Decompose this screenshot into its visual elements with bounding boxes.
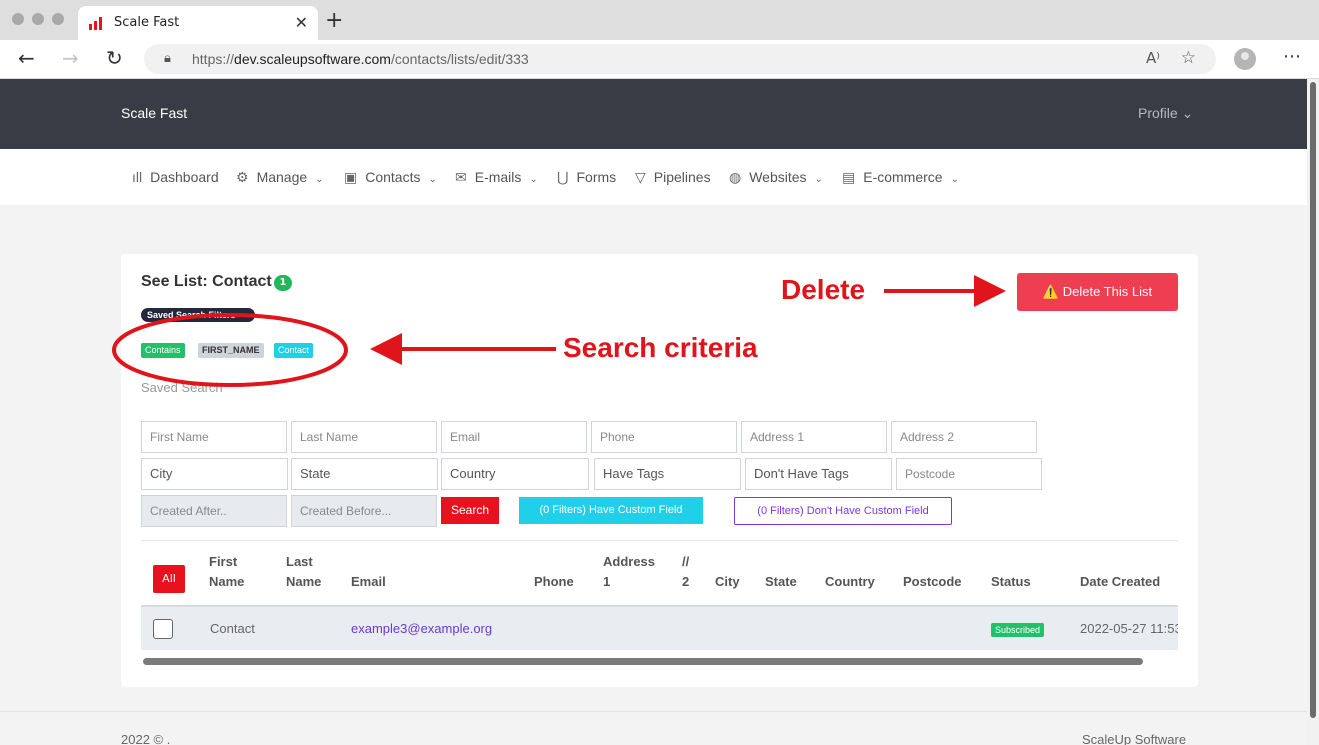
cell-email-link[interactable]: example3@example.org bbox=[351, 621, 492, 636]
address-bar[interactable]: 🔒︎ https://dev.scaleupsoftware.com/conta… bbox=[144, 44, 1216, 74]
menu-item-ecommerce[interactable]: ▤ E-commerce ⌄ bbox=[842, 169, 959, 186]
column-header-state[interactable]: State bbox=[765, 572, 797, 592]
bar-chart-favicon-icon bbox=[89, 17, 102, 30]
minimize-window-button[interactable] bbox=[32, 13, 44, 25]
column-header-postcode[interactable]: Postcode bbox=[903, 572, 962, 592]
chevron-down-icon: ⌄ bbox=[950, 174, 959, 185]
divider bbox=[141, 540, 1178, 541]
footer-copyright: 2022 © . bbox=[121, 732, 171, 745]
reload-icon[interactable]: ↻ bbox=[106, 46, 123, 70]
created-after-filter[interactable]: Created After.. bbox=[141, 495, 287, 527]
address2-filter[interactable]: Address 2 bbox=[891, 421, 1037, 453]
gear-icon: ⚙ bbox=[236, 169, 249, 185]
row-checkbox[interactable] bbox=[153, 619, 173, 639]
more-options-icon[interactable]: ⋯ bbox=[1283, 46, 1301, 67]
last-name-filter[interactable]: Last Name bbox=[291, 421, 437, 453]
column-header-first-name[interactable]: First Name bbox=[209, 552, 244, 592]
criteria-value-chip: Contact bbox=[274, 343, 314, 358]
close-window-button[interactable] bbox=[12, 13, 24, 25]
chevron-down-icon: ⌄ bbox=[814, 174, 823, 185]
cell-first-name: Contact bbox=[210, 621, 255, 636]
column-header-status[interactable]: Status bbox=[991, 572, 1031, 592]
count-badge: 1 bbox=[274, 275, 292, 291]
table-row[interactable]: Contact example3@example.org Subscribed … bbox=[141, 605, 1178, 650]
browser-tab-bar: Scale Fast ✕ + bbox=[0, 0, 1319, 40]
delete-list-button[interactable]: ⚠️ Delete This List bbox=[1017, 273, 1178, 311]
column-header-date-created[interactable]: Date Created bbox=[1080, 572, 1160, 592]
shop-icon: ▤ bbox=[842, 169, 856, 185]
created-before-filter[interactable]: Created Before... bbox=[291, 495, 437, 527]
phone-filter[interactable]: Phone bbox=[591, 421, 737, 453]
page-scrollbar[interactable] bbox=[1307, 79, 1319, 745]
maximize-window-button[interactable] bbox=[52, 13, 64, 25]
criteria-field-chip: FIRST_NAME bbox=[198, 343, 264, 358]
menu-item-websites[interactable]: ◍ Websites ⌄ bbox=[729, 169, 823, 186]
annotation-delete-label: Delete bbox=[781, 274, 866, 305]
globe-icon: ◍ bbox=[729, 169, 742, 185]
saved-search-filters-badge: Saved Search Filters bbox=[141, 308, 255, 322]
add-favorite-icon[interactable]: ☆ bbox=[1181, 48, 1196, 68]
column-header-phone[interactable]: Phone bbox=[534, 572, 574, 592]
email-filter[interactable]: Email bbox=[441, 421, 587, 453]
menu-item-manage[interactable]: ⚙ Manage ⌄ bbox=[236, 169, 324, 186]
dont-have-tags-filter[interactable]: Don't Have Tags bbox=[745, 458, 892, 490]
postcode-filter[interactable]: Postcode bbox=[896, 458, 1042, 490]
list-card: See List: Contact 1 ⚠️ Delete This List … bbox=[121, 254, 1198, 687]
first-name-filter[interactable]: First Name bbox=[141, 421, 287, 453]
menu-item-contacts[interactable]: ▣ Contacts ⌄ bbox=[344, 169, 437, 186]
criteria-operator-chip: Contains bbox=[141, 343, 185, 358]
address1-filter[interactable]: Address 1 bbox=[741, 421, 887, 453]
city-filter[interactable]: City bbox=[141, 458, 288, 490]
profile-menu[interactable]: Profile ⌄ bbox=[1138, 105, 1193, 122]
column-header-address2[interactable]: //2 bbox=[682, 552, 689, 592]
footer-company: ScaleUp Software bbox=[1082, 732, 1187, 745]
filter-icon: ▽ bbox=[635, 169, 646, 185]
brand-logo[interactable]: Scale Fast bbox=[121, 105, 187, 121]
contact-card-icon: ▣ bbox=[344, 169, 358, 185]
close-tab-icon[interactable]: ✕ bbox=[295, 13, 308, 32]
menu-item-dashboard[interactable]: ıll Dashboard bbox=[132, 169, 219, 185]
back-arrow-icon[interactable]: ← bbox=[18, 46, 35, 70]
have-custom-field-button[interactable]: (0 Filters) Have Custom Field bbox=[519, 497, 703, 524]
read-aloud-icon[interactable]: A⁾ bbox=[1146, 49, 1160, 67]
chevron-down-icon: ⌄ bbox=[428, 174, 437, 185]
new-tab-icon[interactable]: + bbox=[325, 8, 343, 33]
envelope-icon: ✉ bbox=[455, 169, 467, 185]
magnet-icon: ⋃ bbox=[557, 169, 569, 185]
have-tags-filter[interactable]: Have Tags bbox=[594, 458, 741, 490]
chevron-down-icon: ⌄ bbox=[529, 174, 538, 185]
column-header-country[interactable]: Country bbox=[825, 572, 875, 592]
chevron-down-icon: ⌄ bbox=[315, 174, 324, 185]
menu-item-pipelines[interactable]: ▽ Pipelines bbox=[635, 169, 711, 186]
browser-toolbar: ← → ↻ 🔒︎ https://dev.scaleupsoftware.com… bbox=[0, 40, 1319, 79]
select-all-button[interactable]: All bbox=[153, 565, 185, 593]
menu-item-emails[interactable]: ✉ E-mails ⌄ bbox=[455, 169, 538, 186]
state-filter[interactable]: State bbox=[291, 458, 438, 490]
cell-date-created: 2022-05-27 11:53 bbox=[1080, 621, 1178, 636]
dont-have-custom-field-button[interactable]: (0 Filters) Don't Have Custom Field bbox=[734, 497, 952, 525]
tab-title: Scale Fast bbox=[114, 15, 180, 30]
column-header-city[interactable]: City bbox=[715, 572, 740, 592]
bar-chart-icon: ıll bbox=[132, 169, 143, 185]
column-header-email[interactable]: Email bbox=[351, 572, 386, 592]
lock-icon: 🔒︎ bbox=[164, 51, 171, 66]
page-title: See List: Contact bbox=[141, 273, 272, 290]
horizontal-scrollbar[interactable] bbox=[143, 658, 1143, 665]
search-button[interactable]: Search bbox=[441, 497, 499, 524]
menu-item-forms[interactable]: ⋃ Forms bbox=[557, 169, 616, 186]
url-text: https://dev.scaleupsoftware.com/contacts… bbox=[192, 51, 529, 67]
annotation-search-criteria-label: Search criteria bbox=[563, 332, 758, 363]
profile-avatar[interactable] bbox=[1234, 48, 1256, 70]
saved-search-label: Saved Search bbox=[141, 380, 223, 395]
footer-divider bbox=[0, 711, 1307, 712]
main-menu: ıll Dashboard ⚙ Manage ⌄ ▣ Contacts ⌄ ✉ E-mail… bbox=[0, 149, 1307, 205]
page-scrollbar-thumb[interactable] bbox=[1310, 82, 1316, 718]
app-header: Scale Fast Profile ⌄ bbox=[0, 79, 1307, 149]
column-header-address1[interactable]: Address 1 bbox=[603, 552, 655, 592]
status-badge: Subscribed bbox=[991, 623, 1045, 637]
forward-arrow-icon[interactable]: → bbox=[62, 46, 79, 70]
country-filter[interactable]: Country bbox=[441, 458, 589, 490]
browser-tab[interactable]: Scale Fast ✕ bbox=[78, 6, 318, 40]
column-header-last-name[interactable]: Last Name bbox=[286, 552, 321, 592]
